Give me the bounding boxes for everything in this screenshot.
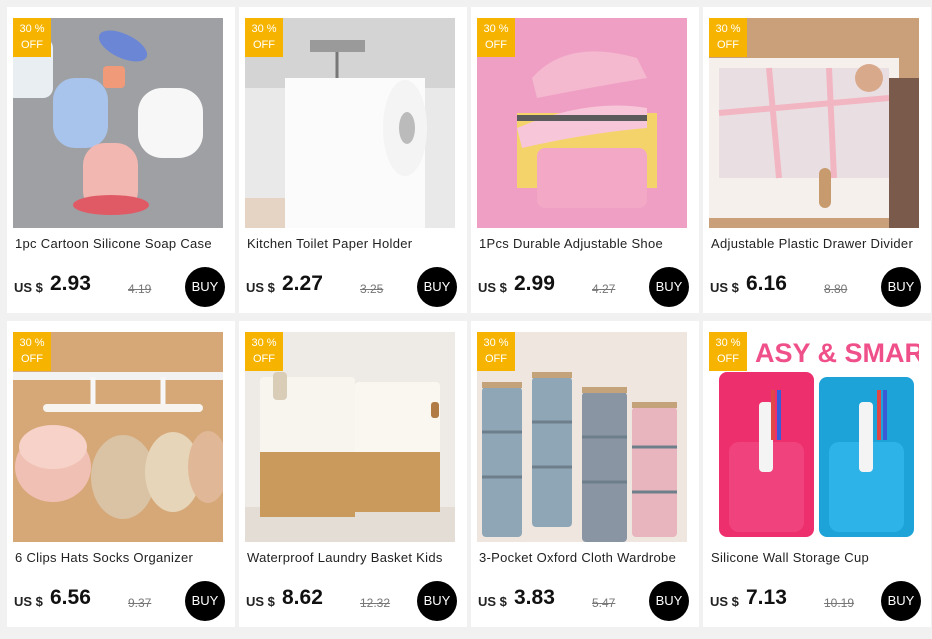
discount-badge: 30 % OFF bbox=[477, 18, 515, 57]
product-card[interactable]: 30 % OFF Kitchen Toilet Paper Holder US $… bbox=[239, 7, 467, 313]
currency-label: US $ bbox=[478, 594, 507, 609]
product-title[interactable]: Kitchen Toilet Paper Holder bbox=[247, 236, 461, 251]
buy-button[interactable]: BUY bbox=[417, 581, 457, 621]
buy-button[interactable]: BUY bbox=[881, 267, 921, 307]
price: 3.83 bbox=[514, 586, 555, 609]
currency-label: US $ bbox=[14, 594, 43, 609]
original-price: 5.47 bbox=[592, 596, 616, 610]
product-card[interactable]: 30 % OFF 3-Pocket Oxford Cloth Wardrobe U… bbox=[471, 321, 699, 627]
currency-label: US $ bbox=[14, 280, 43, 295]
product-card[interactable]: 30 % OFF 1pc Cartoon Silicone Soap Case U… bbox=[7, 7, 235, 313]
price-row: US $ 2.27 3.25 BUY bbox=[246, 266, 462, 307]
price-row: US $ 7.13 10.19 BUY bbox=[710, 580, 926, 621]
discount-badge: 30 % OFF bbox=[245, 18, 283, 57]
product-grid: 30 % OFF 1pc Cartoon Silicone Soap Case U… bbox=[0, 0, 932, 639]
discount-badge: 30 % OFF bbox=[709, 332, 747, 371]
product-card[interactable]: ASY & SMART 30 %OFF Silicone Wall Storag… bbox=[703, 321, 931, 627]
original-price: 4.27 bbox=[592, 282, 616, 296]
original-price: 8.80 bbox=[824, 282, 848, 296]
buy-button[interactable]: BUY bbox=[185, 267, 225, 307]
discount-badge: 30 % OFF bbox=[477, 332, 515, 371]
discount-badge: 30 % OFF bbox=[709, 18, 747, 57]
product-title[interactable]: Waterproof Laundry Basket Kids bbox=[247, 550, 461, 565]
currency-label: US $ bbox=[710, 594, 739, 609]
discount-badge: 30 % OFF bbox=[13, 332, 51, 371]
buy-button[interactable]: BUY bbox=[649, 267, 689, 307]
price-row: US $ 2.99 4.27 BUY bbox=[478, 266, 694, 307]
product-title[interactable]: 3-Pocket Oxford Cloth Wardrobe bbox=[479, 550, 693, 565]
currency-label: US $ bbox=[478, 280, 507, 295]
original-price: 9.37 bbox=[128, 596, 152, 610]
original-price: 3.25 bbox=[360, 282, 384, 296]
original-price: 12.32 bbox=[360, 596, 391, 610]
price: 7.13 bbox=[746, 586, 787, 609]
product-card[interactable]: 30 % OFF 1Pcs Durable Adjustable Shoe US … bbox=[471, 7, 699, 313]
product-title[interactable]: Adjustable Plastic Drawer Divider bbox=[711, 236, 925, 251]
original-price: 10.19 bbox=[824, 596, 855, 610]
currency-label: US $ bbox=[710, 280, 739, 295]
product-card[interactable]: 30 % OFF Waterproof Laundry Basket Kids U… bbox=[239, 321, 467, 627]
price-row: US $ 6.16 8.80 BUY bbox=[710, 266, 926, 307]
price: 2.93 bbox=[50, 272, 91, 295]
price: 2.99 bbox=[514, 272, 555, 295]
buy-button[interactable]: BUY bbox=[881, 581, 921, 621]
product-card[interactable]: 30 % OFF 6 Clips Hats Socks Organizer US … bbox=[7, 321, 235, 627]
price-row: US $ 8.62 12.32 BUY bbox=[246, 580, 462, 621]
original-price: 4.19 bbox=[128, 282, 152, 296]
currency-label: US $ bbox=[246, 280, 275, 295]
product-title[interactable]: 1pc Cartoon Silicone Soap Case bbox=[15, 236, 229, 251]
price-row: US $ 2.93 4.19 BUY bbox=[14, 266, 230, 307]
product-title[interactable]: Silicone Wall Storage Cup bbox=[711, 550, 925, 565]
product-title[interactable]: 1Pcs Durable Adjustable Shoe bbox=[479, 236, 693, 251]
buy-button[interactable]: BUY bbox=[185, 581, 225, 621]
buy-button[interactable]: BUY bbox=[649, 581, 689, 621]
price: 6.16 bbox=[746, 272, 787, 295]
price-row: US $ 3.83 5.47 BUY bbox=[478, 580, 694, 621]
price-row: US $ 6.56 9.37 BUY bbox=[14, 580, 230, 621]
easy-smart-text: ASY & SMART bbox=[755, 338, 919, 368]
product-title[interactable]: 6 Clips Hats Socks Organizer bbox=[15, 550, 229, 565]
buy-button[interactable]: BUY bbox=[417, 267, 457, 307]
price: 6.56 bbox=[50, 586, 91, 609]
discount-badge: 30 % OFF bbox=[13, 18, 51, 57]
product-card[interactable]: 30 % OFF Adjustable Plastic Drawer Divide… bbox=[703, 7, 931, 313]
currency-label: US $ bbox=[246, 594, 275, 609]
discount-badge: 30 % OFF bbox=[245, 332, 283, 371]
price: 2.27 bbox=[282, 272, 323, 295]
price: 8.62 bbox=[282, 586, 323, 609]
